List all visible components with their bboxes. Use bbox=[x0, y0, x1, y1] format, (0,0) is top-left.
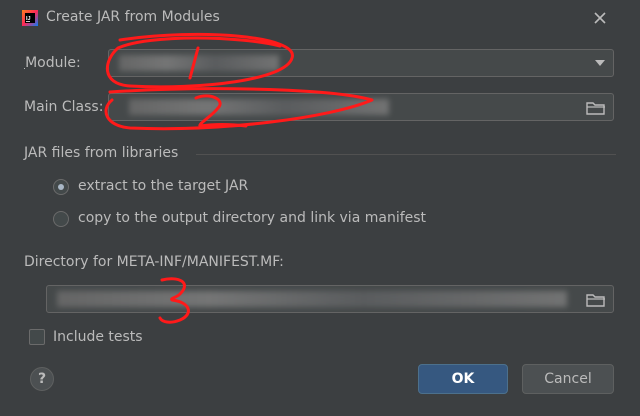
jar-libraries-section-title: JAR files from libraries bbox=[24, 145, 179, 161]
intellij-app-icon: IJ bbox=[22, 10, 38, 26]
main-class-label: Main Class: bbox=[24, 99, 104, 115]
folder-icon[interactable] bbox=[585, 291, 607, 309]
include-tests-label[interactable]: Include tests bbox=[53, 329, 143, 345]
radio-extract[interactable] bbox=[53, 179, 69, 195]
radio-extract-label[interactable]: extract to the target JAR bbox=[78, 178, 248, 194]
section-separator bbox=[196, 154, 616, 155]
create-jar-dialog: IJ Create JAR from Modules MModule: Main… bbox=[0, 0, 640, 416]
module-value-redacted bbox=[119, 55, 279, 71]
ok-button[interactable]: OK bbox=[418, 364, 508, 394]
dialog-title: Create JAR from Modules bbox=[46, 9, 220, 25]
main-class-field[interactable] bbox=[108, 93, 614, 121]
module-combobox[interactable] bbox=[108, 49, 614, 77]
main-class-value-redacted bbox=[129, 99, 389, 115]
manifest-dir-label: Directory for META-INF/MANIFEST.MF: bbox=[24, 254, 284, 270]
cancel-button[interactable]: Cancel bbox=[522, 364, 614, 394]
manifest-dir-value-redacted bbox=[57, 291, 567, 307]
include-tests-checkbox[interactable] bbox=[29, 329, 45, 345]
module-label-text: Module: bbox=[25, 55, 81, 71]
close-icon[interactable] bbox=[592, 10, 608, 26]
help-button[interactable]: ? bbox=[30, 367, 54, 391]
title-bar: IJ Create JAR from Modules bbox=[0, 0, 640, 36]
module-label: MModule: bbox=[24, 55, 81, 71]
dropdown-arrow-icon[interactable] bbox=[595, 60, 605, 66]
manifest-dir-field[interactable] bbox=[46, 285, 614, 313]
radio-copy[interactable] bbox=[53, 211, 69, 227]
folder-icon[interactable] bbox=[585, 99, 607, 117]
radio-copy-label[interactable]: copy to the output directory and link vi… bbox=[78, 210, 426, 226]
